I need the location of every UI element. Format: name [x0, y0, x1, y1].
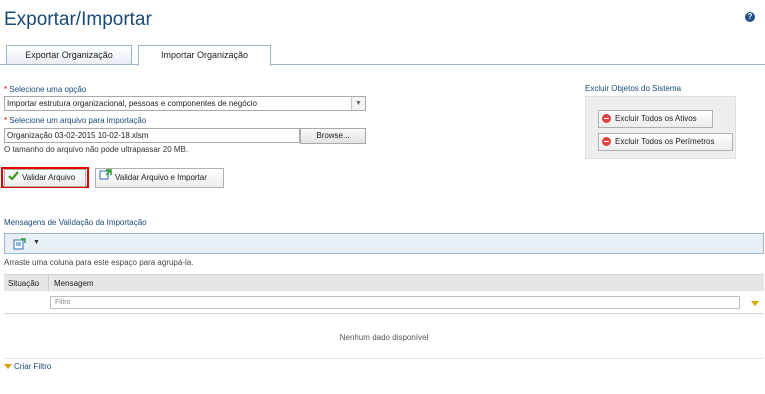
delete-all-assets-button[interactable]: Excluir Todos os Ativos — [598, 110, 713, 128]
grid-header: Situação Mensagem — [4, 274, 764, 291]
group-by-hint: Arraste uma coluna para este espaço para… — [4, 258, 194, 267]
column-divider — [48, 275, 49, 291]
create-filter-button[interactable]: Criar Filtro — [4, 362, 51, 371]
validate-and-import-button[interactable]: Validar Arquivo e Importar — [95, 168, 224, 188]
filter-funnel-icon — [4, 364, 12, 370]
filter-funnel-icon[interactable] — [751, 301, 759, 306]
filter-input[interactable]: Filtro — [50, 296, 740, 309]
chevron-down-icon[interactable]: ▼ — [33, 239, 40, 246]
import-icon — [99, 169, 112, 187]
option-select-value: Importar estrutura organizacional, pesso… — [7, 99, 257, 108]
tab-importar-organizacao[interactable]: Importar Organização — [138, 45, 271, 66]
grid-footer-divider — [4, 358, 764, 359]
help-icon[interactable]: ? — [745, 12, 755, 22]
delete-assets-label: Excluir Todos os Ativos — [615, 114, 697, 123]
create-filter-label: Criar Filtro — [14, 362, 52, 371]
system-objects-title: Excluir Objetos do Sistema — [585, 84, 682, 93]
delete-perimeters-label: Excluir Todos os Perímetros — [615, 137, 715, 146]
grid-toolbar: ▼ — [4, 233, 764, 254]
option-select[interactable]: Importar estrutura organizacional, pesso… — [4, 96, 366, 111]
page-title: Exportar/Importar — [4, 9, 152, 30]
file-path-input[interactable]: Organização 03-02-2015 10-02-18.xlsm — [4, 128, 300, 143]
grid-filter-row: Filtro — [4, 291, 764, 314]
delete-all-perimeters-button[interactable]: Excluir Todos os Perímetros — [598, 133, 733, 151]
minus-circle-icon — [602, 114, 611, 124]
validate-file-label: Validar Arquivo — [22, 173, 76, 183]
file-size-note: O tamanho do arquivo não pode ultrapassa… — [4, 145, 189, 154]
chevron-down-icon[interactable]: ▼ — [351, 97, 365, 110]
tab-exportar-organizacao[interactable]: Exportar Organização — [6, 45, 132, 65]
grid-title: Mensagens de Validação da Importação — [4, 218, 147, 227]
validate-and-import-label: Validar Arquivo e Importar — [115, 173, 207, 183]
minus-circle-icon — [602, 137, 611, 147]
option-label: * Selecione uma opção — [4, 85, 87, 94]
column-header-mensagem[interactable]: Mensagem — [54, 279, 94, 288]
export-icon[interactable] — [13, 238, 26, 252]
validate-file-button[interactable]: Validar Arquivo — [4, 169, 86, 187]
checkmark-icon — [8, 170, 19, 186]
empty-message: Nenhum dado disponível — [339, 333, 429, 342]
column-header-situacao[interactable]: Situação — [8, 279, 39, 288]
browse-button[interactable]: Browse... — [300, 128, 366, 144]
file-label: * Selecione um arquivo para importação — [4, 116, 147, 125]
